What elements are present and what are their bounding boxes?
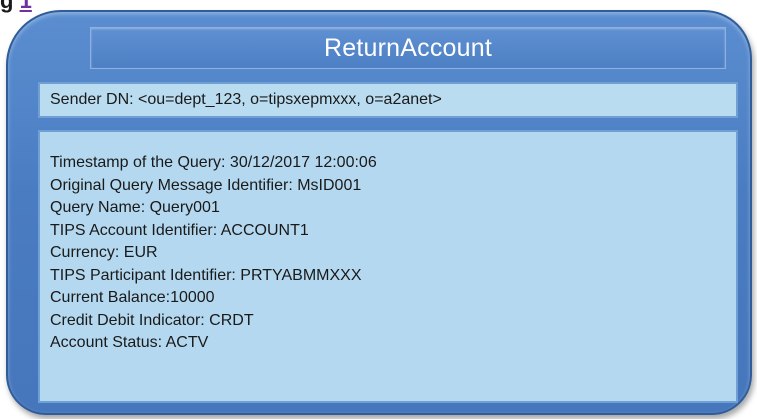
sender-dn-text: Sender DN: <ou=dept_123, o=tipsxepmxxx, … <box>50 91 442 108</box>
message-details-box: Timestamp of the Query: 30/12/2017 12:00… <box>38 130 738 403</box>
heading-text: g <box>0 0 14 13</box>
field-original-query-id: Original Query Message Identifier: MsID0… <box>50 176 362 194</box>
message-title: ReturnAccount <box>324 33 492 62</box>
field-participant-identifier: TIPS Participant Identifier: PRTYABMMXXX <box>50 266 362 284</box>
sender-dn-box: Sender DN: <ou=dept_123, o=tipsxepmxxx, … <box>38 82 738 118</box>
message-card: ReturnAccount Sender DN: <ou=dept_123, o… <box>6 10 752 415</box>
message-title-bar: ReturnAccount <box>90 27 726 69</box>
field-account-identifier: TIPS Account Identifier: ACCOUNT1 <box>50 221 309 239</box>
field-query-name: Query Name: Query001 <box>50 199 220 216</box>
field-account-status: Account Status: ACTV <box>50 334 209 351</box>
diagram-canvas: g 1 ReturnAccount Sender DN: <ou=dept_12… <box>0 0 757 419</box>
cropped-heading: g 1 <box>0 0 32 14</box>
footnote-reference: 1 <box>19 0 32 13</box>
field-timestamp: Timestamp of the Query: 30/12/2017 12:00… <box>50 154 377 171</box>
field-current-balance: Current Balance:10000 <box>50 289 215 306</box>
field-currency: Currency: EUR <box>50 244 158 261</box>
field-credit-debit-indicator: Credit Debit Indicator: CRDT <box>50 311 254 329</box>
